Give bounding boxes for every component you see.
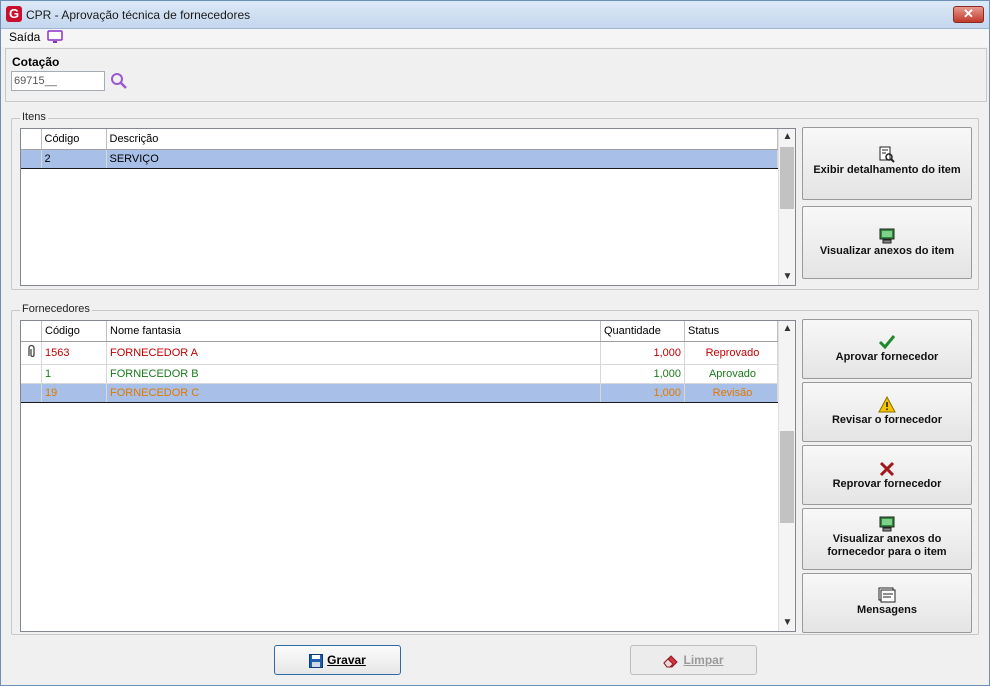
row-header-cell — [21, 148, 42, 169]
row-header-cell — [21, 341, 42, 365]
revisar-fornecedor-label: Revisar o fornecedor — [831, 414, 943, 426]
scroll-down-icon[interactable]: ▼ — [779, 615, 795, 631]
fornecedores-col-status[interactable]: Status — [684, 321, 778, 342]
itens-cell-descricao: SERVIÇO — [106, 148, 778, 169]
cotacao-panel: Cotação — [5, 48, 987, 102]
reprovar-fornecedor-button[interactable]: Reprovar fornecedor — [802, 445, 972, 505]
aprovar-fornecedor-label: Aprovar fornecedor — [835, 351, 939, 363]
cotacao-input[interactable] — [11, 71, 105, 91]
close-button[interactable]: ✕ — [953, 6, 984, 23]
fornecedores-col-nome[interactable]: Nome fantasia — [106, 321, 601, 342]
computer-icon — [879, 228, 895, 244]
exibir-detalhamento-label: Exibir detalhamento do item — [813, 164, 961, 176]
itens-col-codigo[interactable]: Código — [41, 129, 107, 150]
visualizar-anexos-fornecedor-label-1: Visualizar anexos do — [832, 533, 942, 545]
fornecedores-group-label: Fornecedores — [20, 303, 92, 315]
menu-bar: Saída — [1, 29, 989, 47]
fornecedor-cell-quantidade: 1,000 — [600, 341, 685, 365]
paperclip-icon[interactable] — [21, 342, 41, 361]
row-header-cell — [21, 364, 42, 384]
itens-header-row: Código Descrição — [21, 129, 778, 150]
fornecedores-header-row: Código Nome fantasia Quantidade Status — [21, 321, 778, 342]
visualizar-anexos-fornecedor-button[interactable]: Visualizar anexos do fornecedor para o i… — [802, 508, 972, 570]
visualizar-anexos-fornecedor-label-2: fornecedor para o item — [827, 546, 947, 558]
fornecedor-cell-quantidade: 1,000 — [600, 364, 685, 384]
monitor-icon[interactable] — [47, 30, 63, 44]
fornecedores-col-quantidade[interactable]: Quantidade — [600, 321, 685, 342]
gravar-button[interactable]: Gravar — [274, 645, 401, 675]
fornecedor-cell-codigo: 19 — [41, 382, 107, 403]
mensagens-button[interactable]: Mensagens — [802, 573, 972, 633]
fornecedor-cell-nome: FORNECEDOR A — [106, 341, 601, 365]
fornecedores-col-codigo[interactable]: Código — [41, 321, 107, 342]
fornecedor-cell-status: Reprovado — [684, 341, 778, 365]
row-header-cell — [21, 321, 42, 342]
menu-saida[interactable]: Saída — [9, 29, 40, 45]
search-icon[interactable] — [110, 72, 128, 90]
save-icon — [309, 653, 324, 668]
fornecedor-cell-codigo: 1563 — [41, 341, 107, 365]
reprovar-fornecedor-label: Reprovar fornecedor — [832, 478, 942, 490]
fornecedor-cell-status: Aprovado — [684, 364, 778, 384]
eraser-icon — [663, 655, 679, 668]
computer-icon — [879, 516, 895, 532]
itens-col-descricao[interactable]: Descrição — [106, 129, 778, 150]
check-icon — [878, 335, 896, 350]
fornecedor-cell-nome: FORNECEDOR C — [106, 382, 601, 403]
window-title: CPR - Aprovação técnica de fornecedores — [26, 8, 251, 22]
row-header-cell — [21, 382, 42, 403]
gravar-label: Gravar — [327, 653, 366, 667]
itens-cell-codigo: 2 — [41, 148, 107, 169]
fornecedor-cell-nome: FORNECEDOR B — [106, 364, 601, 384]
app-logo-icon: G — [6, 6, 22, 22]
visualizar-anexos-item-button[interactable]: Visualizar anexos do item — [802, 206, 972, 279]
visualizar-anexos-item-label: Visualizar anexos do item — [819, 245, 955, 257]
fornecedores-scrollbar[interactable]: ▲ ▼ — [778, 321, 795, 631]
scroll-down-icon[interactable]: ▼ — [779, 269, 795, 285]
revisar-fornecedor-button[interactable]: Revisar o fornecedor — [802, 382, 972, 442]
fornecedores-grid[interactable]: Código Nome fantasia Quantidade Status 1… — [20, 320, 796, 632]
mensagens-label: Mensagens — [857, 604, 917, 616]
messages-icon — [878, 587, 896, 603]
scroll-up-icon[interactable]: ▲ — [779, 129, 795, 145]
cotacao-label: Cotação — [12, 55, 60, 69]
x-mark-icon — [879, 461, 895, 477]
document-search-icon — [879, 146, 895, 163]
scroll-up-icon[interactable]: ▲ — [779, 321, 795, 337]
scroll-thumb[interactable] — [780, 147, 794, 209]
table-row[interactable]: 2 SERVIÇO — [21, 148, 778, 169]
table-row[interactable]: 19 FORNECEDOR C 1,000 Revisão — [21, 382, 778, 403]
fornecedor-cell-status: Revisão — [684, 382, 778, 403]
main-window: G CPR - Aprovação técnica de fornecedore… — [0, 0, 990, 686]
exibir-detalhamento-button[interactable]: Exibir detalhamento do item — [802, 127, 972, 200]
aprovar-fornecedor-button[interactable]: Aprovar fornecedor — [802, 319, 972, 379]
scroll-thumb[interactable] — [780, 431, 794, 523]
limpar-label: Limpar — [683, 653, 724, 667]
table-row[interactable]: 1 FORNECEDOR B 1,000 Aprovado — [21, 364, 778, 384]
limpar-button[interactable]: Limpar — [630, 645, 757, 675]
itens-group-label: Itens — [20, 111, 48, 123]
fornecedor-cell-codigo: 1 — [41, 364, 107, 384]
fornecedor-cell-quantidade: 1,000 — [600, 382, 685, 403]
table-row[interactable]: 1563 FORNECEDOR A 1,000 Reprovado — [21, 341, 778, 365]
title-bar: G CPR - Aprovação técnica de fornecedore… — [1, 1, 989, 29]
row-header-cell — [21, 129, 42, 150]
itens-scrollbar[interactable]: ▲ ▼ — [778, 129, 795, 285]
warning-icon — [878, 396, 896, 413]
itens-grid[interactable]: Código Descrição 2 SERVIÇO ▲ ▼ — [20, 128, 796, 286]
